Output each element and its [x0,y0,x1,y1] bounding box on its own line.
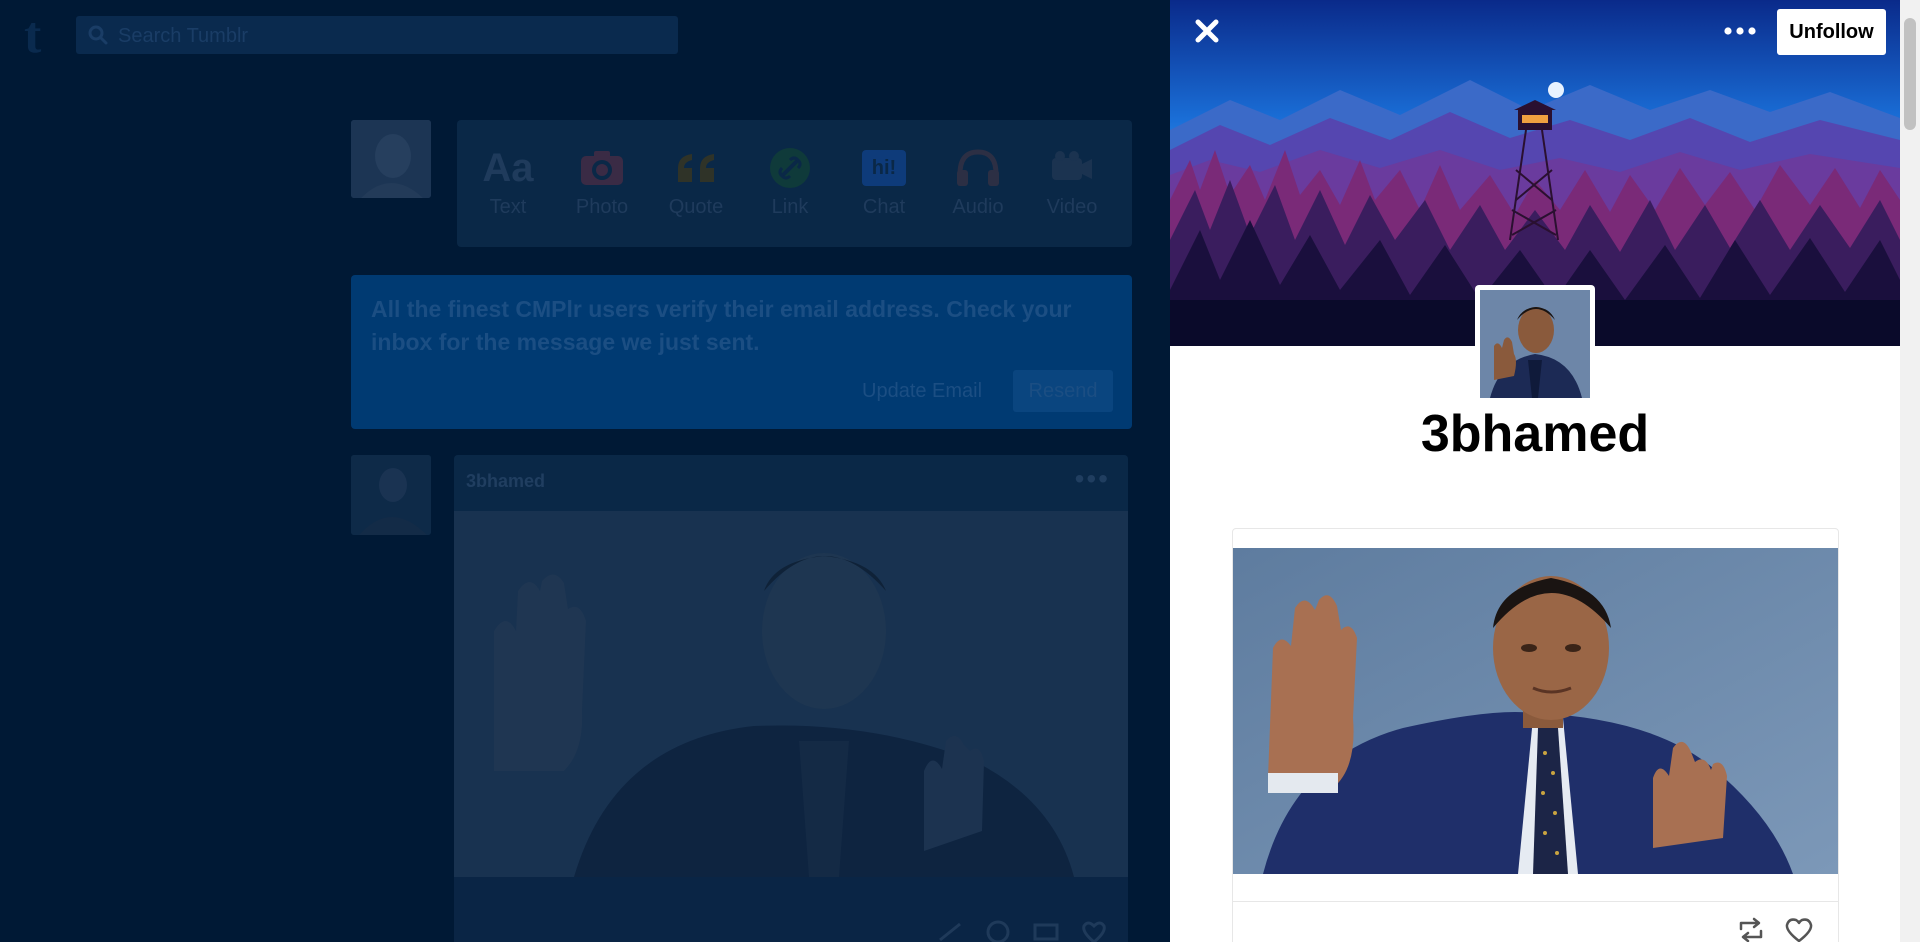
top-bar: t Search Tumblr [0,0,1170,68]
reply-icon[interactable] [984,920,1012,942]
search-input[interactable]: Search Tumblr [76,16,678,54]
post-author-avatar[interactable] [351,455,431,535]
user-avatar[interactable] [351,120,431,198]
tumblr-logo[interactable]: t [24,10,41,62]
composer-label: Photo [575,196,629,218]
close-panel-button[interactable] [1190,14,1224,48]
post-composer: Aa Text Photo Quote Link hi! Chat Audio … [457,120,1132,247]
post-card-divider [1233,901,1838,902]
composer-label: Chat [862,196,906,218]
composer-text-button[interactable]: Aa Text [463,144,553,219]
scrollbar-thumb[interactable] [1904,18,1916,130]
search-icon [88,25,108,45]
resend-button[interactable]: Resend [1013,370,1113,412]
more-horizontal-icon [1724,27,1756,35]
post-more-icon[interactable]: ••• [1075,463,1110,495]
panel-more-options-button[interactable] [1720,14,1760,48]
composer-label: Audio [952,196,1004,218]
blog-post-card [1232,528,1839,942]
composer-label: Video [1046,196,1098,218]
chat-icon: hi! [862,150,906,186]
text-aa-icon: Aa [482,145,534,190]
post-photo[interactable] [454,511,1128,877]
blog-post-actions [1736,917,1814,942]
composer-quote-button[interactable]: Quote [651,144,741,219]
composer-video-button[interactable]: Video [1027,144,1117,219]
dashboard-post: 3bhamed ••• [454,455,1128,942]
chat-icon-glyph: hi! [871,156,897,179]
close-icon [1195,19,1219,43]
reblog-icon[interactable] [1736,917,1766,942]
blog-post-photo[interactable] [1233,548,1838,874]
composer-audio-button[interactable]: Audio [933,144,1023,219]
share-icon[interactable] [936,920,964,942]
blog-title: 3bhamed [1420,405,1650,463]
composer-link-button[interactable]: Link [745,144,835,219]
headphones-icon [957,149,999,186]
link-icon [770,148,810,188]
unfollow-button[interactable]: Unfollow [1777,9,1886,55]
composer-photo-button[interactable]: Photo [557,144,647,219]
panel-scrollbar[interactable] [1900,0,1920,942]
dashboard-background: t Search Tumblr Aa Text Photo Quote Link… [0,0,1170,942]
blog-side-panel: Unfollow 3bhamed [1170,0,1900,942]
reblog-icon[interactable] [1032,920,1060,942]
post-header: 3bhamed ••• [454,455,1128,511]
composer-label: Text [489,196,527,218]
post-blog-name[interactable]: 3bhamed [466,471,545,492]
heart-icon[interactable] [1784,917,1814,942]
search-placeholder: Search Tumblr [118,25,249,47]
composer-chat-button[interactable]: hi! Chat [839,144,929,219]
composer-label: Quote [668,196,724,218]
video-camera-icon [1052,151,1092,180]
camera-icon [581,151,623,185]
post-actions [936,920,1108,942]
quote-icon [678,154,714,182]
blog-avatar[interactable] [1475,285,1595,401]
composer-label: Link [771,196,809,218]
update-email-link[interactable]: Update Email [862,380,982,403]
banner-message: All the finest CMPlr users verify their … [371,296,1072,355]
like-icon[interactable] [1080,920,1108,942]
